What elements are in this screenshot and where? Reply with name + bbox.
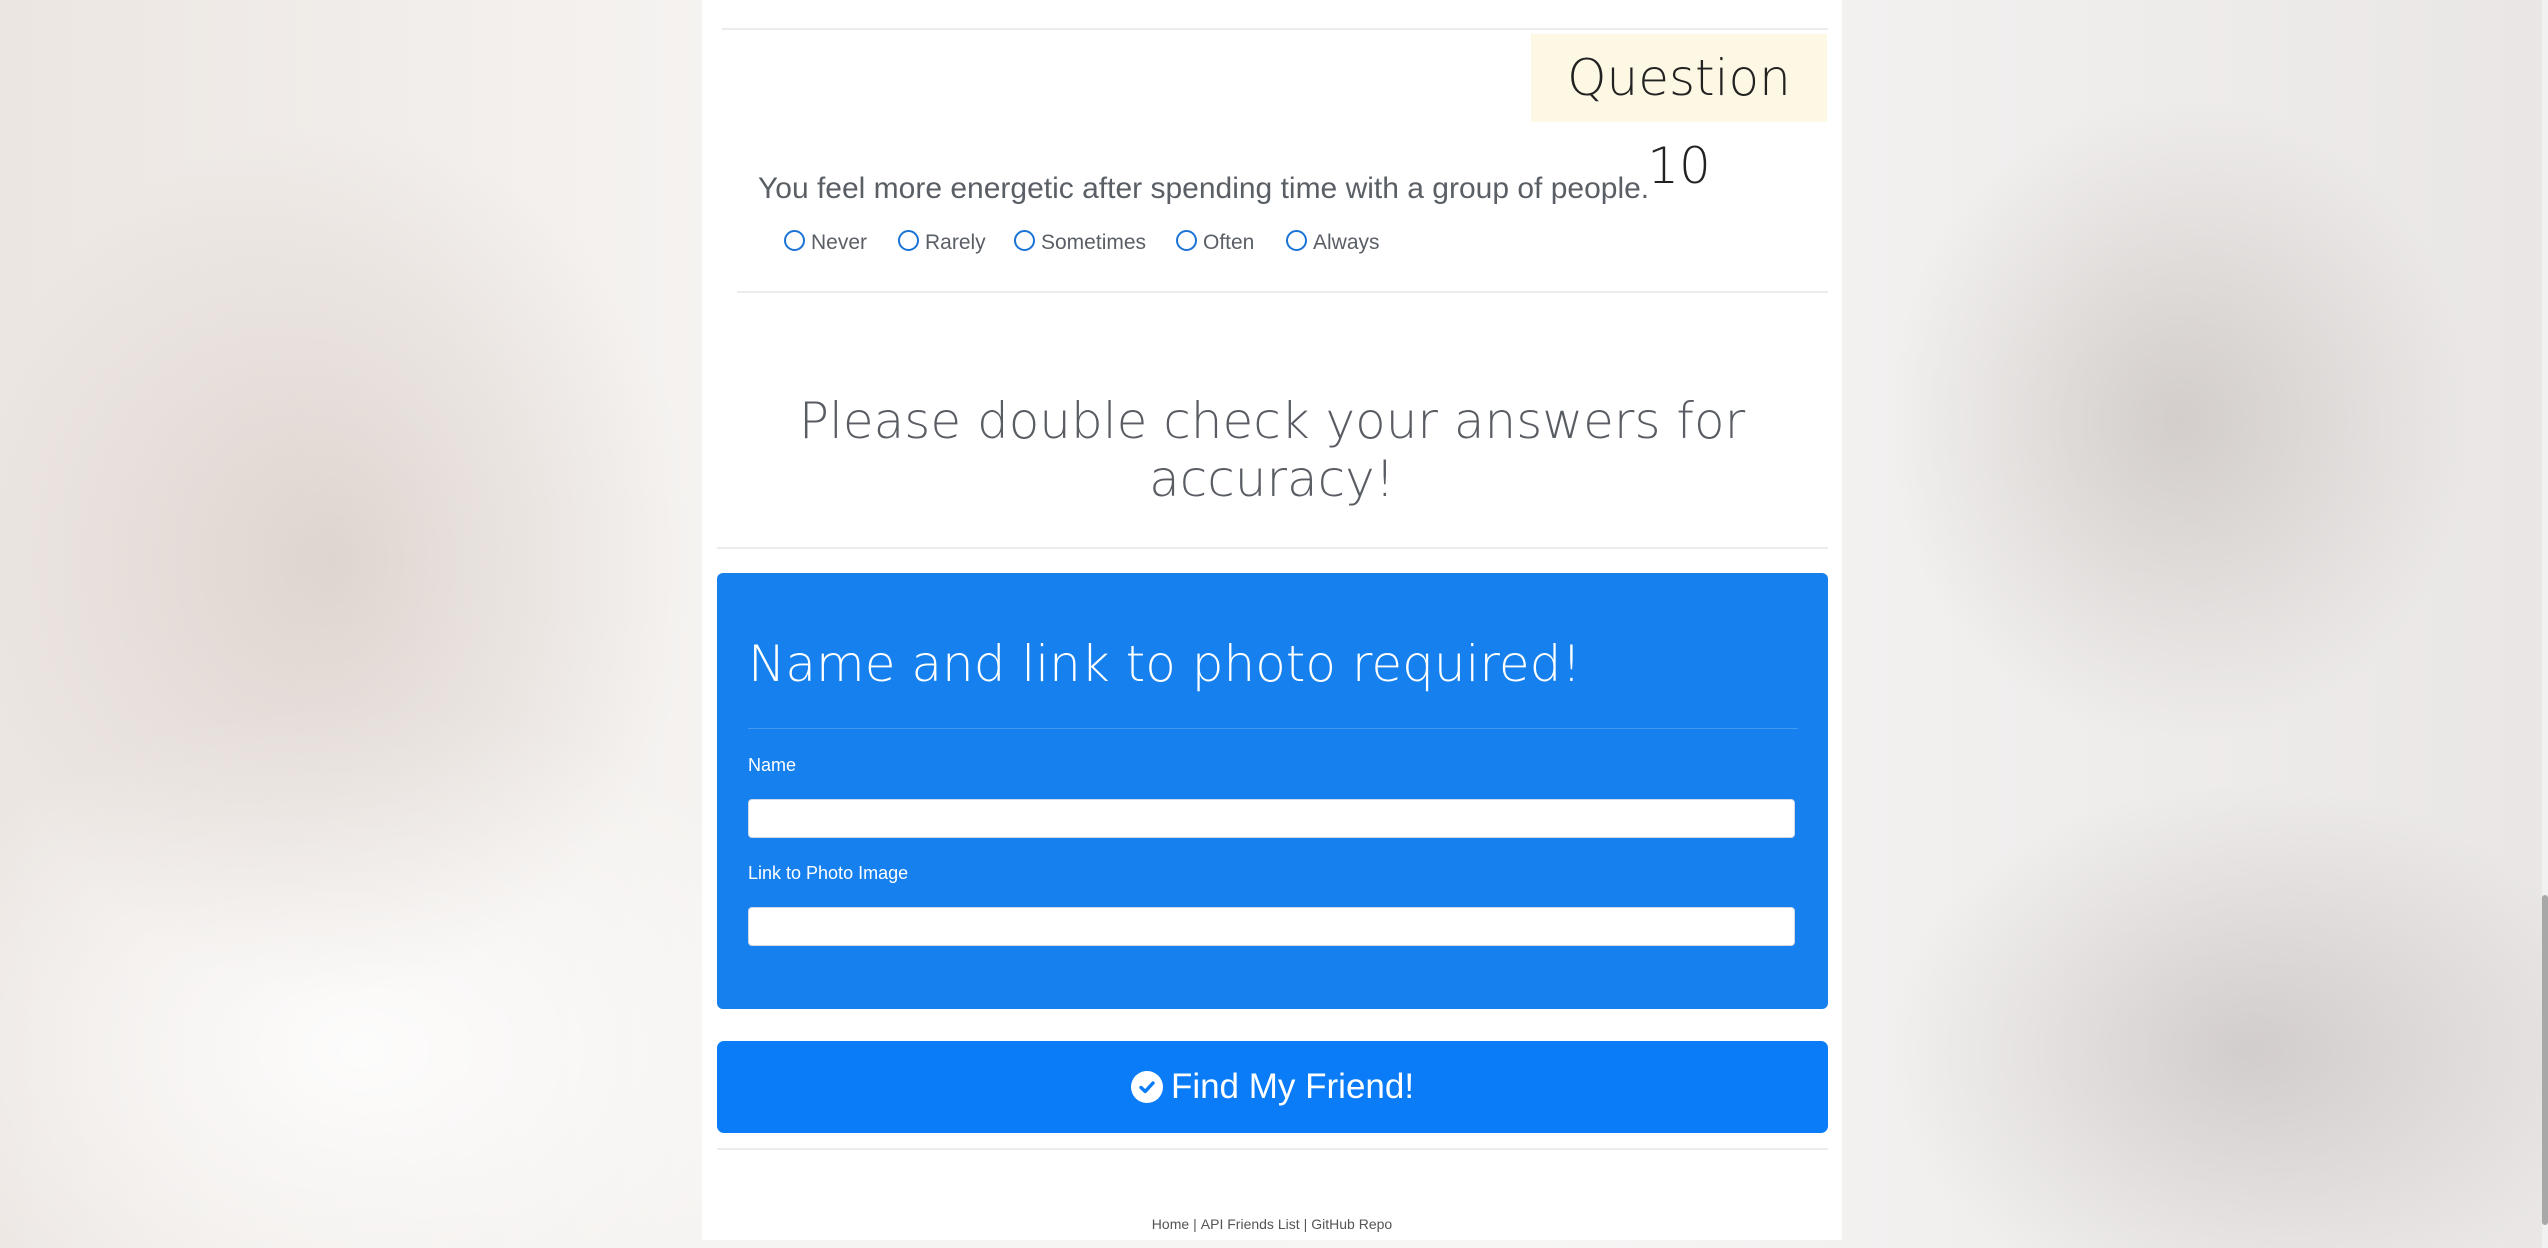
option-label: Sometimes bbox=[1041, 231, 1147, 254]
photo-link-label: Link to Photo Image bbox=[748, 863, 909, 883]
option-label: Often bbox=[1203, 231, 1255, 254]
question-text: You feel more energetic after spending t… bbox=[758, 172, 1650, 205]
radio-button[interactable] bbox=[1014, 229, 1035, 251]
footer-divider bbox=[717, 1148, 1828, 1150]
radio-button[interactable] bbox=[784, 229, 805, 251]
radio-button[interactable] bbox=[1286, 229, 1307, 251]
option-label: Rarely bbox=[925, 231, 986, 254]
option-label: Never bbox=[811, 231, 868, 254]
main-container: Question 10 You feel more energetic afte… bbox=[702, 0, 1842, 1240]
top-divider bbox=[722, 28, 1828, 30]
option-always[interactable]: Always bbox=[1286, 226, 1380, 260]
github-repo-link[interactable]: GitHub Repo bbox=[1311, 1216, 1392, 1232]
footer-separator: | bbox=[1303, 1216, 1308, 1232]
option-never[interactable]: Never bbox=[784, 226, 867, 260]
profile-form-card: Name and link to photo required! Name Li… bbox=[717, 573, 1828, 1009]
question-number-badge: Question 10 bbox=[1531, 34, 1827, 195]
photo-link-input[interactable] bbox=[748, 907, 1795, 946]
option-sometimes[interactable]: Sometimes bbox=[1014, 226, 1146, 260]
find-my-friend-button[interactable]: Find My Friend! bbox=[717, 1041, 1828, 1133]
accuracy-notice: Please double check your answers for acc… bbox=[798, 392, 1746, 508]
check-circle-icon bbox=[1130, 1071, 1163, 1103]
api-friends-list-link[interactable]: API Friends List bbox=[1201, 1216, 1300, 1232]
form-divider bbox=[748, 728, 1798, 729]
footer-separator: | bbox=[1193, 1216, 1197, 1232]
name-input[interactable] bbox=[748, 799, 1795, 838]
option-often[interactable]: Often bbox=[1176, 226, 1254, 260]
submit-label: Find My Friend! bbox=[1170, 1067, 1415, 1106]
radio-button[interactable] bbox=[1176, 229, 1197, 251]
radio-button[interactable] bbox=[898, 229, 919, 251]
option-rarely[interactable]: Rarely bbox=[898, 226, 986, 260]
footer-links: Home | API Friends List | GitHub Repo bbox=[702, 1216, 1842, 1232]
question-divider bbox=[737, 291, 1828, 293]
form-title: Name and link to photo required! bbox=[748, 635, 1582, 693]
option-label: Always bbox=[1313, 231, 1380, 254]
scrollbar-thumb[interactable] bbox=[2542, 895, 2548, 1225]
page-scrollbar[interactable] bbox=[2542, 0, 2548, 1248]
home-link[interactable]: Home bbox=[1152, 1216, 1189, 1232]
notice-divider bbox=[717, 547, 1828, 549]
name-label: Name bbox=[748, 755, 797, 775]
